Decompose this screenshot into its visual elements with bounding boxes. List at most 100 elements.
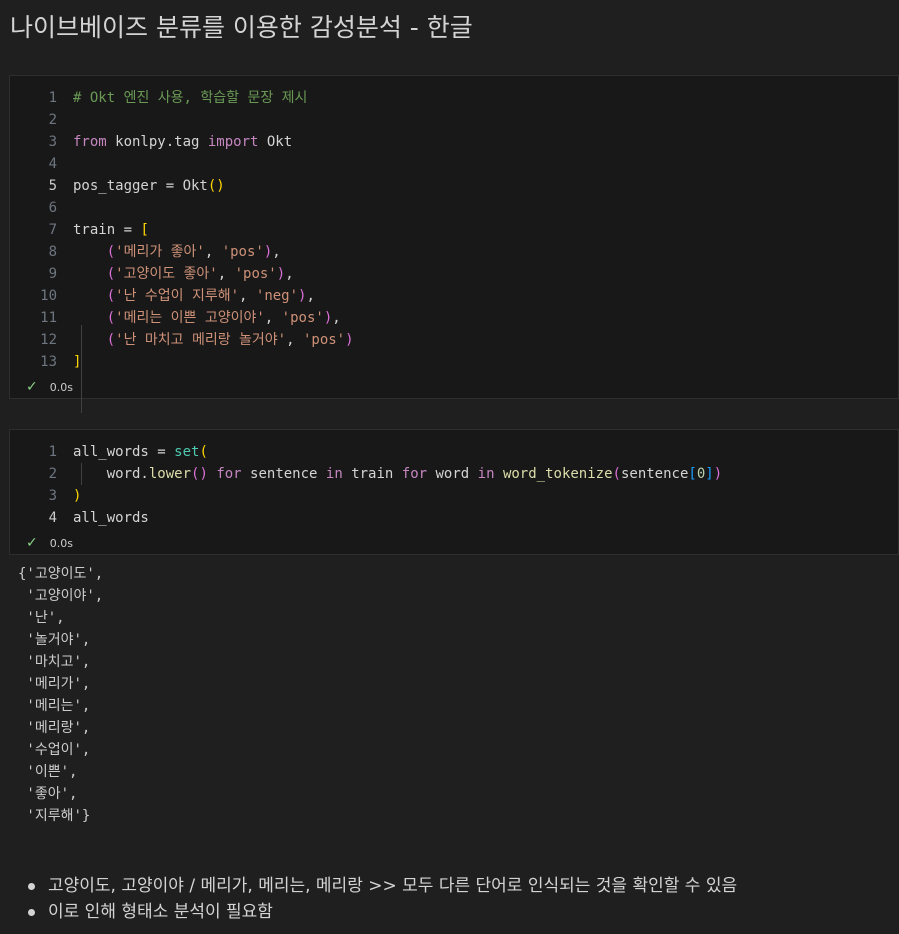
code-token: train = — [73, 222, 141, 238]
code-line[interactable]: 9 ('고양이도 좋아', 'pos'), — [10, 263, 898, 285]
code-token: '메리가 좋아' — [115, 244, 205, 260]
code-line[interactable]: 13] — [10, 351, 898, 373]
code-token: ( — [106, 332, 116, 348]
code-line[interactable]: 2 — [10, 109, 898, 131]
code-token: , — [239, 288, 256, 304]
line-number: 6 — [48, 200, 57, 216]
code-token: '메리는 이쁜 고양이야' — [115, 310, 265, 326]
output-line: '마치고', — [18, 654, 91, 670]
line-number: 4 — [48, 156, 57, 172]
code-token: word_tokenize — [502, 466, 613, 482]
output-line: '메리가', — [18, 676, 91, 692]
code-line[interactable]: 8 ('메리가 좋아', 'pos'), — [10, 241, 898, 263]
code-editor-2[interactable]: 1 all_words = set(2 word.lower() for sent… — [10, 441, 898, 529]
code-token: word — [427, 466, 478, 482]
code-token: , — [204, 244, 222, 260]
code-token: ) — [73, 488, 82, 504]
line-number: 1 — [48, 90, 57, 106]
cell-output: {'고양이도', '고양이야', '난', '놀거야', '마치고', '메리가… — [18, 563, 103, 827]
output-line: '메리랑', — [18, 720, 91, 736]
code-line[interactable]: 2 word.lower() for sentence in train for… — [10, 463, 898, 485]
output-line: '메리는', — [18, 698, 91, 714]
code-token: ( — [199, 444, 208, 460]
code-line[interactable]: 7 train = [ — [10, 219, 898, 241]
code-token: import — [207, 134, 259, 150]
code-token: for — [401, 466, 428, 482]
code-token: , — [285, 266, 294, 282]
code-token: '고양이도 좋아' — [115, 266, 218, 282]
code-cell-2[interactable]: 1 all_words = set(2 word.lower() for sent… — [9, 429, 899, 555]
code-token: 'neg' — [255, 288, 299, 304]
line-number: 5 — [48, 178, 57, 194]
code-line[interactable]: 1 # Okt 엔진 사용, 학습할 문장 제시 — [10, 87, 898, 109]
line-number: 2 — [48, 466, 57, 482]
code-line[interactable]: 5 pos_tagger = Okt() — [10, 175, 898, 197]
note-item: 고양이도, 고양이야 / 메리가, 메리는, 메리랑 >> 모두 다른 단어로 … — [27, 873, 737, 899]
code-token: [ — [140, 222, 149, 238]
cell-status-1: ✓ 0.0s — [26, 379, 73, 395]
line-number: 3 — [48, 134, 57, 150]
code-token: , — [272, 244, 281, 260]
code-token: , — [306, 288, 315, 304]
code-line[interactable]: 1 all_words = set( — [10, 441, 898, 463]
line-number: 11 — [40, 310, 57, 326]
code-token: ( — [106, 310, 116, 326]
code-token: ( — [106, 244, 116, 260]
code-token: ( — [612, 466, 621, 482]
code-token: for — [216, 466, 242, 482]
code-token: 'pos' — [281, 310, 324, 326]
code-token: '난 마치고 메리랑 놀거야' — [115, 332, 287, 348]
line-number: 13 — [40, 354, 57, 370]
code-token: in — [325, 466, 343, 482]
line-number: 12 — [40, 332, 57, 348]
output-line: {'고양이도', — [18, 566, 104, 582]
code-line[interactable]: 10 ('난 수업이 지루해', 'neg'), — [10, 285, 898, 307]
line-number: 3 — [48, 488, 57, 504]
code-token: [ — [688, 466, 697, 482]
code-line[interactable]: 4 all_words — [10, 507, 898, 529]
code-token: train — [342, 466, 402, 482]
code-token: 'pos' — [302, 332, 346, 348]
output-line: '수업이', — [18, 742, 91, 758]
code-token: 'pos' — [234, 266, 277, 282]
code-line[interactable]: 4 — [10, 153, 898, 175]
code-token: in — [477, 466, 495, 482]
code-token: , — [217, 266, 235, 282]
check-icon: ✓ — [26, 535, 38, 551]
code-token: ] — [73, 354, 82, 370]
note-item: 이로 인해 형태소 분석이 필요함 — [27, 899, 737, 925]
output-line: '난', — [18, 610, 65, 626]
execution-time: 0.0s — [49, 536, 73, 550]
code-line[interactable]: 6 — [10, 197, 898, 219]
code-line[interactable]: 11 ('메리는 이쁜 고양이야', 'pos'), — [10, 307, 898, 329]
page-title: 나이브베이즈 분류를 이용한 감성분석 - 한글 — [10, 13, 473, 42]
code-token: Okt — [258, 134, 293, 150]
code-editor-1[interactable]: 1 # Okt 엔진 사용, 학습할 문장 제시 2 3 from konlpy.tag… — [10, 87, 898, 373]
code-token: , — [286, 332, 303, 348]
line-number: 1 — [48, 444, 57, 460]
code-cell-1[interactable]: 1 # Okt 엔진 사용, 학습할 문장 제시 2 3 from konlpy.tag… — [9, 75, 899, 413]
code-token: # Okt 엔진 사용, 학습할 문장 제시 — [73, 90, 308, 106]
output-line: '좋아', — [18, 786, 78, 802]
code-token: from — [73, 134, 107, 150]
code-token: , — [332, 310, 341, 326]
line-number: 8 — [48, 244, 57, 260]
code-token: all_words = — [73, 444, 175, 460]
output-line: '이쁜', — [18, 764, 78, 780]
code-token: lower — [148, 466, 192, 482]
line-number: 7 — [48, 222, 57, 238]
output-line: '지루해'} — [18, 808, 91, 824]
code-token: ( — [106, 266, 116, 282]
code-token: ) — [713, 466, 723, 482]
code-line[interactable]: 3 from konlpy.tag import Okt — [10, 131, 898, 153]
code-token: ] — [705, 466, 714, 482]
code-line[interactable]: 3) — [10, 485, 898, 507]
cell-status-2: ✓ 0.0s — [26, 535, 73, 551]
code-token: '난 수업이 지루해' — [115, 288, 240, 304]
code-line[interactable]: 12 ('난 마치고 메리랑 놀거야', 'pos') — [10, 329, 898, 351]
output-line: '놀거야', — [18, 632, 91, 648]
